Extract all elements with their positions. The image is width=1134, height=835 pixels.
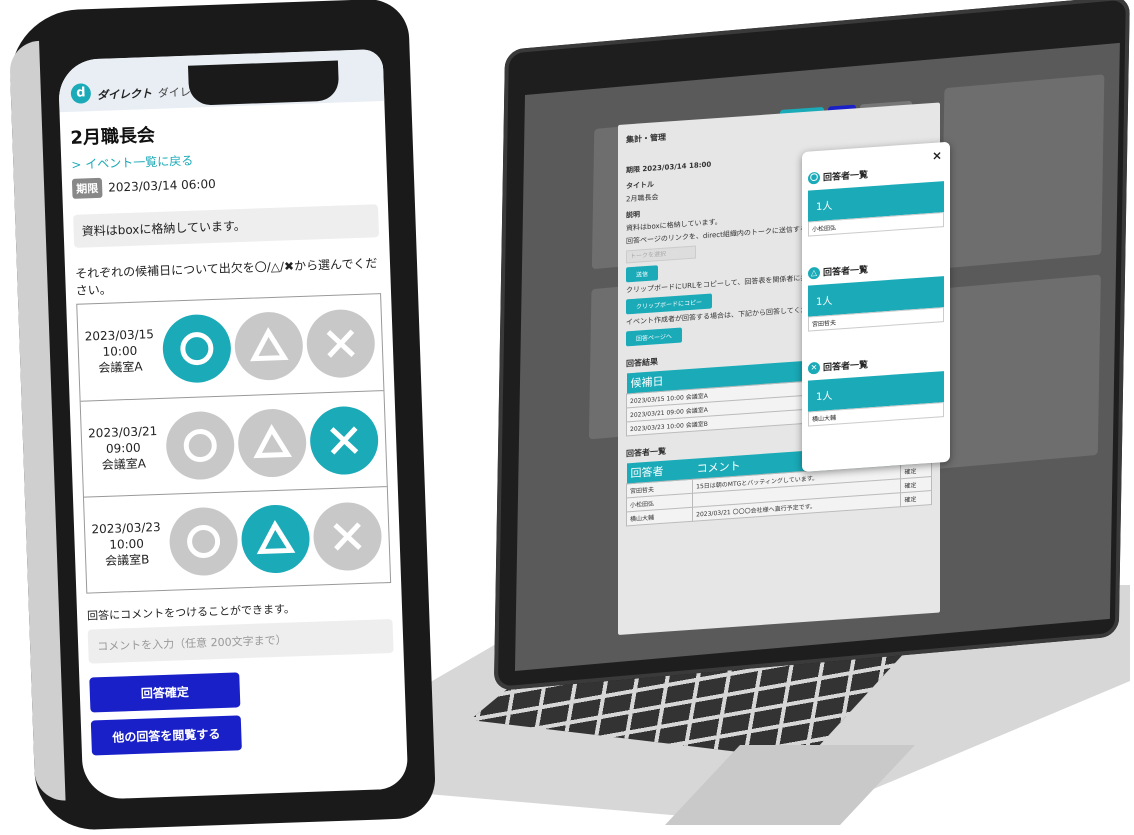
candidate-date: 2023/03/15 [84, 327, 155, 344]
triangle-icon: △ [808, 266, 820, 280]
phone-screen: d ダイレクト ダイレクト建設 ⌄ 2月職長会 > イベント一覧に戻る 期限 2… [57, 48, 409, 800]
instruction-text: それぞれの候補日について出欠を〇/△/✖から選んでください。 [74, 256, 378, 298]
deadline-value: 2023/03/14 06:00 [107, 176, 216, 195]
candidate-info: 2023/03/15 10:00 会議室A [78, 326, 162, 377]
brand-name: ダイレクト [96, 87, 153, 102]
confirm-answer-button[interactable]: 回答確定 [89, 672, 241, 713]
circle-button[interactable] [168, 505, 239, 577]
candidate-room: 会議室A [101, 455, 147, 472]
triangle-group: △ 回答者一覧 1人 宮田哲夫 [808, 257, 944, 332]
back-link[interactable]: > イベント一覧に戻る [71, 145, 376, 173]
event-description: 資料はboxに格納しています。 [73, 204, 380, 248]
background-card [937, 274, 1101, 469]
cross-button[interactable] [308, 404, 380, 476]
view-others-button[interactable]: 他の回答を閲覧する [90, 715, 242, 756]
group-title: 回答者一覧 [823, 265, 869, 279]
candidate-date: 2023/03/23 [91, 519, 161, 536]
responders-popup: × 〇回答者一覧 1人 小松田弘 △ 回答者一覧 1人 宮田哲夫 ✕ 回答者一覧 1… [802, 141, 950, 473]
cross-icon: ✕ [808, 361, 820, 375]
candidate-date: 2023/03/21 [87, 423, 158, 440]
cross-button[interactable] [305, 308, 376, 379]
cross-button[interactable] [312, 500, 383, 572]
candidate-info: 2023/03/21 09:00 会議室A [81, 422, 165, 473]
deadline-tag: 期限 [71, 177, 103, 199]
circle-button[interactable] [165, 409, 236, 481]
circle-icon [180, 332, 214, 366]
triangle-button[interactable] [240, 503, 311, 574]
circle-icon [183, 428, 217, 462]
deadline: 期限 2023/03/14 06:00 [71, 168, 378, 199]
talk-select[interactable]: トークを選択 [626, 245, 696, 264]
event-detail: 2月職長会 > イベント一覧に戻る 期限 2023/03/14 06:00 資料… [60, 101, 408, 768]
triangle-icon [250, 327, 289, 362]
candidate-info: 2023/03/23 10:00 会議室B [85, 518, 169, 569]
triangle-icon [256, 519, 296, 554]
event-title: 2月職長会 [70, 124, 156, 149]
candidate-room: 会議室B [104, 551, 150, 568]
group-title: 回答者一覧 [823, 360, 869, 374]
circle-icon [187, 524, 221, 558]
comment-input[interactable]: コメントを入力（任意 200文字まで） [87, 618, 394, 664]
close-icon[interactable]: × [932, 148, 942, 163]
cross-icon [326, 329, 355, 358]
phone-edge [9, 40, 66, 802]
candidate-row: 2023/03/21 09:00 会議室A [80, 390, 387, 497]
candidate-list: 2023/03/15 10:00 会議室A 2023/03/21 09:00 会… [76, 293, 392, 594]
group-title: 回答者一覧 [823, 170, 869, 184]
triangle-icon [253, 423, 293, 458]
circle-button[interactable] [161, 313, 233, 384]
cross-icon [330, 425, 359, 455]
answer-page-button[interactable]: 回答ページへ [626, 327, 682, 347]
stage: 日程確定 編集 キャンセル 集計・管理 期限 2023/03/14 18:00 … [0, 0, 1134, 835]
cross-group: ✕ 回答者一覧 1人 横山大輔 [808, 352, 944, 427]
circle-icon: 〇 [808, 171, 820, 185]
triangle-button[interactable] [237, 407, 308, 478]
candidate-room: 会議室A [98, 359, 143, 376]
background-card [941, 74, 1105, 269]
candidate-row: 2023/03/23 10:00 会議室B [83, 486, 391, 593]
candidate-row: 2023/03/15 10:00 会議室A [77, 294, 383, 401]
circle-group: 〇回答者一覧 1人 小松田弘 [808, 162, 944, 237]
send-button[interactable]: 送信 [626, 265, 659, 283]
logo-icon: d [70, 83, 92, 104]
triangle-button[interactable] [233, 310, 304, 382]
cross-icon [333, 521, 362, 551]
phone: d ダイレクト ダイレクト建設 ⌄ 2月職長会 > イベント一覧に戻る 期限 2… [8, 0, 437, 832]
phone-notch [187, 60, 340, 106]
responder-status: 確定 [900, 490, 932, 507]
